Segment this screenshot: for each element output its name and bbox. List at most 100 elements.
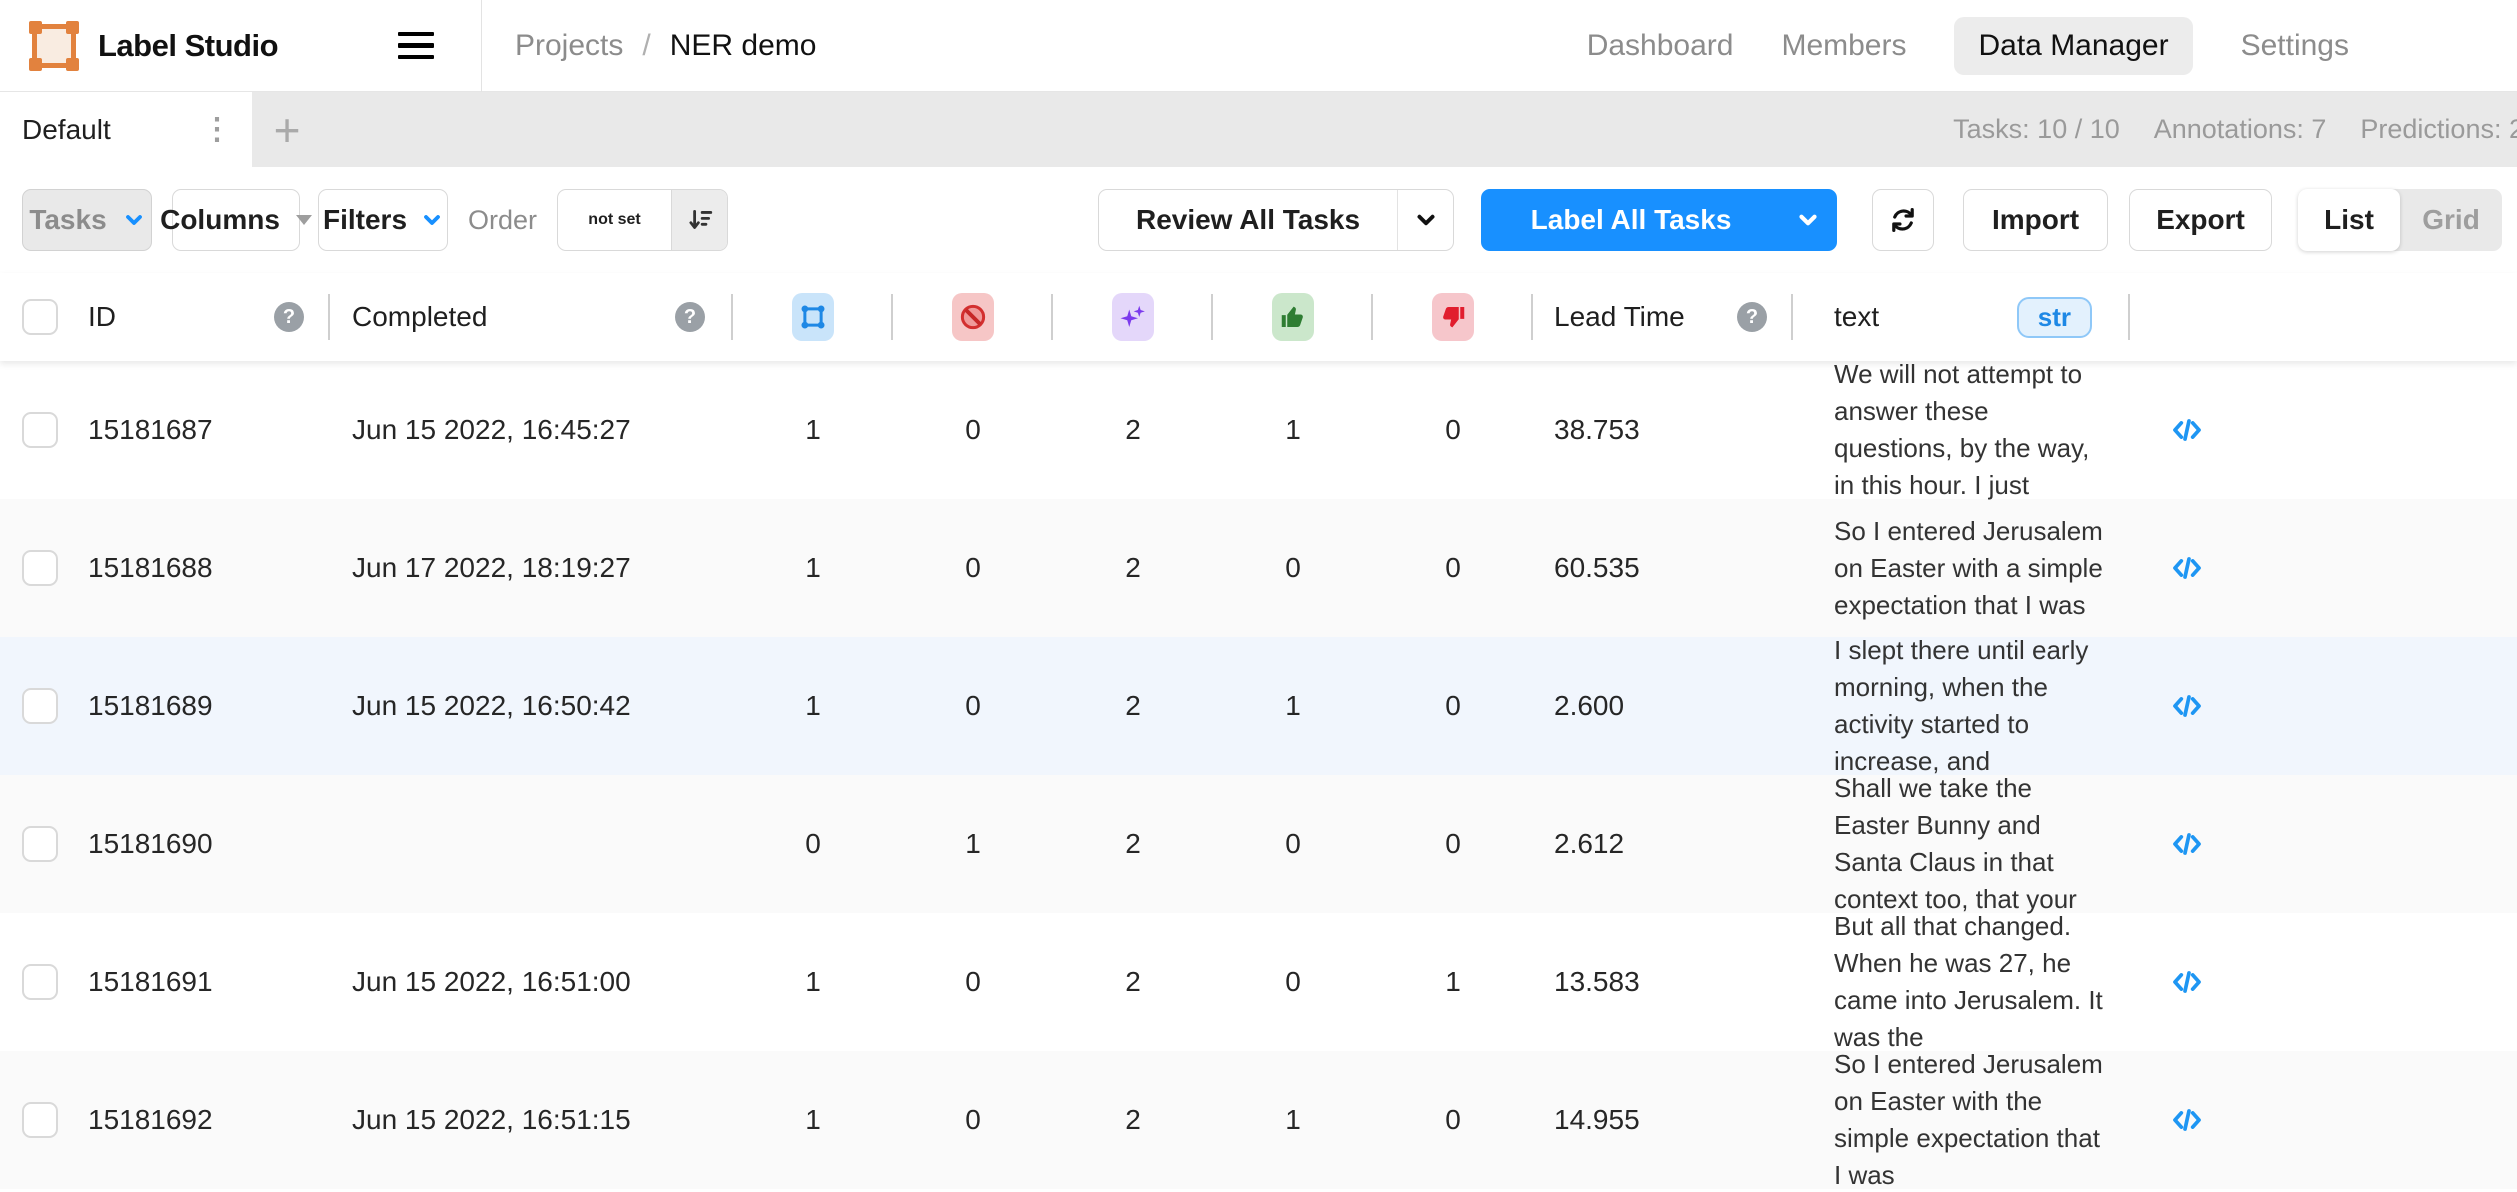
toolbar: Tasks Columns Filters Order not set Revi… <box>0 167 2517 273</box>
help-icon[interactable]: ? <box>1737 302 1767 332</box>
columns-dropdown-button[interactable]: Columns <box>172 189 300 251</box>
breadcrumb-projects-link[interactable]: Projects <box>515 29 623 63</box>
view-grid-button[interactable]: Grid <box>2400 189 2502 251</box>
show-source-icon[interactable] <box>2170 551 2204 585</box>
help-icon[interactable]: ? <box>274 302 304 332</box>
add-tab-button[interactable]: + <box>252 92 322 167</box>
view-list-button[interactable]: List <box>2298 189 2400 251</box>
task-cancelled-count: 0 <box>893 913 1053 1051</box>
breadcrumb: Projects / NER demo <box>515 29 816 63</box>
column-lead-time-label: Lead Time <box>1554 301 1685 333</box>
chevron-down-icon <box>123 209 145 231</box>
nav-members[interactable]: Members <box>1781 29 1906 63</box>
show-source-icon[interactable] <box>2170 827 2204 861</box>
show-source-icon[interactable] <box>2170 689 2204 723</box>
nav-dashboard[interactable]: Dashboard <box>1587 29 1734 63</box>
sort-direction-button[interactable] <box>671 190 727 250</box>
task-id: 15181689 <box>72 637 330 775</box>
help-icon[interactable]: ? <box>675 302 705 332</box>
task-cancelled-count: 0 <box>893 637 1053 775</box>
column-header-rejected[interactable] <box>1373 273 1533 361</box>
row-checkbox[interactable] <box>22 550 58 586</box>
table-row[interactable]: 15181687 Jun 15 2022, 16:45:27 1 0 2 1 0… <box>0 361 2517 499</box>
refresh-icon <box>1887 204 1919 236</box>
task-completed-date: Jun 15 2022, 16:51:00 <box>330 913 733 1051</box>
row-checkbox[interactable] <box>22 688 58 724</box>
column-header-cancelled[interactable] <box>893 273 1053 361</box>
table-row[interactable]: 15181690 0 1 2 0 0 2.612 Shall we take t… <box>0 775 2517 913</box>
show-source-icon[interactable] <box>2170 1103 2204 1137</box>
task-id: 15181691 <box>72 913 330 1051</box>
task-annotations-count: 1 <box>733 637 893 775</box>
menu-hamburger-button[interactable] <box>398 28 434 64</box>
row-checkbox[interactable] <box>22 964 58 1000</box>
row-check-cell <box>0 637 72 775</box>
row-checkbox[interactable] <box>22 826 58 862</box>
row-checkbox[interactable] <box>22 1102 58 1138</box>
task-annotations-count: 1 <box>733 913 893 1051</box>
column-header-predictions[interactable] <box>1053 273 1213 361</box>
task-predictions-count: 2 <box>1053 1051 1213 1189</box>
task-accepted-count: 1 <box>1213 1051 1373 1189</box>
table-row[interactable]: 15181689 Jun 15 2022, 16:50:42 1 0 2 1 0… <box>0 637 2517 775</box>
show-source-icon[interactable] <box>2170 413 2204 447</box>
export-button[interactable]: Export <box>2129 189 2272 251</box>
label-all-dropdown-toggle[interactable] <box>1780 190 1836 250</box>
task-lead-time: 2.600 <box>1533 637 1793 775</box>
triangle-down-icon <box>296 215 312 225</box>
label-all-tasks-label: Label All Tasks <box>1482 204 1780 236</box>
column-text-label: text <box>1834 301 1879 333</box>
chevron-down-icon <box>421 209 443 231</box>
task-text-preview: I slept there until early morning, when … <box>1834 632 2112 780</box>
tab-default[interactable]: Default ⋮ <box>0 92 252 167</box>
order-value-button[interactable]: not set <box>558 190 671 250</box>
task-completed-date: Jun 17 2022, 18:19:27 <box>330 499 733 637</box>
refresh-button[interactable] <box>1872 189 1934 251</box>
task-text-preview: Shall we take the Easter Bunny and Santa… <box>1834 770 2112 918</box>
row-check-cell <box>0 361 72 499</box>
filters-dropdown-button[interactable]: Filters <box>318 189 448 251</box>
task-annotations-count: 0 <box>733 775 893 913</box>
table-row[interactable]: 15181692 Jun 15 2022, 16:51:15 1 0 2 1 0… <box>0 1051 2517 1189</box>
task-predictions-count: 2 <box>1053 637 1213 775</box>
filters-dropdown-label: Filters <box>323 204 407 236</box>
order-group: not set <box>557 189 728 251</box>
import-button[interactable]: Import <box>1963 189 2108 251</box>
row-checkbox[interactable] <box>22 412 58 448</box>
column-header-text[interactable]: text str <box>1793 273 2130 361</box>
task-lead-time: 13.583 <box>1533 913 1793 1051</box>
task-accepted-count: 1 <box>1213 637 1373 775</box>
order-label: Order <box>468 205 537 236</box>
row-check-cell <box>0 913 72 1051</box>
task-accepted-count: 0 <box>1213 499 1373 637</box>
show-source-icon[interactable] <box>2170 965 2204 999</box>
select-all-checkbox[interactable] <box>22 299 58 335</box>
tab-menu-kebab-icon[interactable]: ⋮ <box>196 112 238 147</box>
column-header-id[interactable]: ID ? <box>72 273 330 361</box>
label-all-tasks-button[interactable]: Label All Tasks <box>1481 189 1837 251</box>
select-all-cell <box>0 273 72 361</box>
review-dropdown-toggle[interactable] <box>1397 190 1453 250</box>
column-completed-label: Completed <box>352 301 487 333</box>
label-studio-app: Label Studio Projects / NER demo Dashboa… <box>0 0 2517 1192</box>
tasks-dropdown-button[interactable]: Tasks <box>22 189 152 251</box>
label-studio-logo[interactable]: Label Studio <box>32 24 278 68</box>
task-id: 15181687 <box>72 361 330 499</box>
task-id: 15181692 <box>72 1051 330 1189</box>
task-predictions-count: 2 <box>1053 499 1213 637</box>
table-row[interactable]: 15181688 Jun 17 2022, 18:19:27 1 0 2 0 0… <box>0 499 2517 637</box>
task-rejected-count: 0 <box>1373 637 1533 775</box>
table-row[interactable]: 15181691 Jun 15 2022, 16:51:00 1 0 2 0 1… <box>0 913 2517 1051</box>
column-header-accepted[interactable] <box>1213 273 1373 361</box>
review-all-tasks-label: Review All Tasks <box>1099 204 1397 236</box>
column-header-annotations[interactable] <box>733 273 893 361</box>
columns-dropdown-label: Columns <box>160 204 280 236</box>
nav-data-manager[interactable]: Data Manager <box>1954 17 2192 75</box>
column-header-completed[interactable]: Completed ? <box>330 273 733 361</box>
sort-descending-icon <box>686 206 714 234</box>
task-cancelled-count: 0 <box>893 361 1053 499</box>
review-all-tasks-button[interactable]: Review All Tasks <box>1098 189 1454 251</box>
nav-settings[interactable]: Settings <box>2241 29 2349 63</box>
column-header-source <box>2130 273 2517 361</box>
column-header-lead-time[interactable]: Lead Time ? <box>1533 273 1793 361</box>
